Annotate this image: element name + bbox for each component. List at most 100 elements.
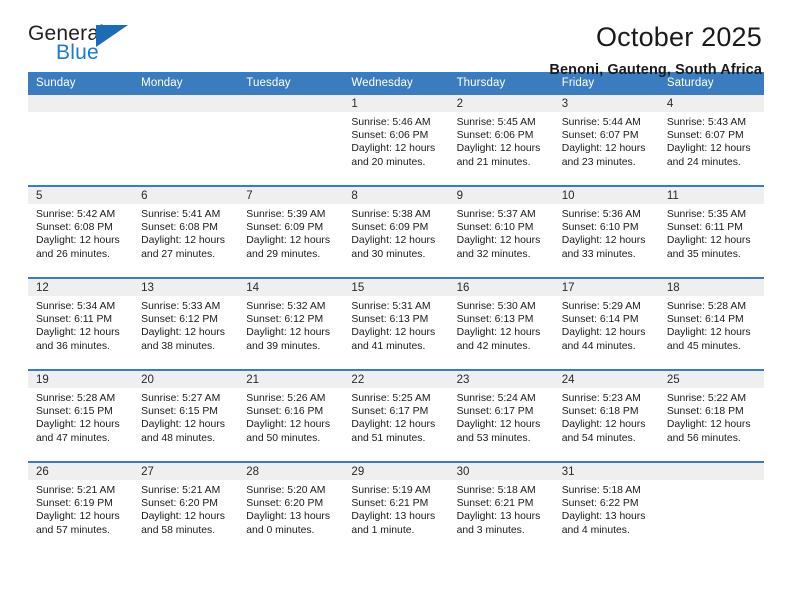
calendar-day-cell[interactable]: 23 Sunrise: 5:24 AM Sunset: 6:17 PM Dayligh… [448, 369, 554, 462]
daylight-duration-line2: and 47 minutes. [36, 432, 110, 444]
daylight-duration-line1: Daylight: 12 hours [666, 419, 751, 431]
day-details: Sunrise: 5:18 AM Sunset: 6:22 PM Daylight:… [554, 480, 659, 537]
daylight-duration-line2: and 45 minutes. [666, 340, 741, 352]
day-cell-inner: 31 Sunrise: 5:18 AM Sunset: 6:22 PM Dayligh… [553, 463, 659, 553]
daylight-duration-line1: Daylight: 12 hours [141, 235, 225, 247]
daylight-duration-line1: Daylight: 12 hours [246, 235, 331, 247]
calendar-day-cell[interactable]: 4 Sunrise: 5:43 AM Sunset: 6:07 PM Daylight… [658, 95, 764, 186]
day-details: Sunrise: 5:42 AM Sunset: 6:08 PM Daylight:… [28, 204, 133, 261]
day-number: 24 [553, 371, 659, 388]
calendar-day-cell[interactable]: 19 Sunrise: 5:28 AM Sunset: 6:15 PM Dayligh… [28, 369, 134, 462]
calendar-day-cell[interactable]: 7 Sunrise: 5:39 AM Sunset: 6:09 PM Daylight… [238, 185, 344, 278]
day-cell-inner [658, 463, 764, 553]
day-details: Sunrise: 5:46 AM Sunset: 6:06 PM Daylight:… [343, 112, 448, 169]
calendar-day-cell[interactable]: 5 Sunrise: 5:42 AM Sunset: 6:08 PM Daylight… [28, 185, 134, 278]
calendar-day-cell[interactable]: 17 Sunrise: 5:29 AM Sunset: 6:14 PM Dayligh… [553, 277, 659, 370]
sunset-time: Sunset: 6:21 PM [351, 498, 429, 510]
calendar-day-cell[interactable]: 20 Sunrise: 5:27 AM Sunset: 6:15 PM Dayligh… [133, 369, 239, 462]
calendar-day-cell[interactable]: 13 Sunrise: 5:33 AM Sunset: 6:12 PM Dayligh… [133, 277, 239, 370]
day-details: Sunrise: 5:18 AM Sunset: 6:21 PM Daylight:… [449, 480, 554, 537]
day-cell-inner: 19 Sunrise: 5:28 AM Sunset: 6:15 PM Dayligh… [28, 371, 134, 461]
day-details: Sunrise: 5:30 AM Sunset: 6:13 PM Daylight:… [449, 296, 554, 353]
calendar-week-row: 12 Sunrise: 5:34 AM Sunset: 6:11 PM Dayligh… [28, 277, 764, 370]
day-details: Sunrise: 5:39 AM Sunset: 6:09 PM Daylight:… [238, 204, 343, 261]
calendar-day-cell[interactable]: 30 Sunrise: 5:18 AM Sunset: 6:21 PM Dayligh… [448, 461, 554, 553]
day-cell-inner: 5 Sunrise: 5:42 AM Sunset: 6:08 PM Daylight… [28, 187, 134, 277]
calendar-day-cell [238, 95, 344, 186]
day-number: 4 [658, 95, 764, 112]
calendar-day-cell[interactable]: 12 Sunrise: 5:34 AM Sunset: 6:11 PM Dayligh… [28, 277, 134, 370]
day-number: 22 [343, 371, 449, 388]
sunrise-time: Sunrise: 5:22 AM [666, 393, 746, 404]
sunset-time: Sunset: 6:16 PM [246, 406, 324, 418]
day-number: 6 [133, 187, 239, 204]
daylight-duration-line2: and 53 minutes. [456, 432, 531, 444]
calendar-day-cell[interactable]: 29 Sunrise: 5:19 AM Sunset: 6:21 PM Dayligh… [343, 461, 449, 553]
day-cell-inner: 14 Sunrise: 5:32 AM Sunset: 6:12 PM Dayligh… [238, 279, 344, 369]
calendar-day-cell[interactable]: 6 Sunrise: 5:41 AM Sunset: 6:08 PM Daylight… [133, 185, 239, 278]
calendar-day-cell[interactable]: 24 Sunrise: 5:23 AM Sunset: 6:18 PM Dayligh… [553, 369, 659, 462]
calendar-day-cell[interactable]: 3 Sunrise: 5:44 AM Sunset: 6:07 PM Daylight… [553, 95, 659, 186]
calendar-day-cell[interactable]: 11 Sunrise: 5:35 AM Sunset: 6:11 PM Dayligh… [658, 185, 764, 278]
day-cell-inner: 28 Sunrise: 5:20 AM Sunset: 6:20 PM Dayligh… [238, 463, 344, 553]
day-number: 12 [28, 279, 134, 296]
daylight-duration-line2: and 39 minutes. [246, 340, 321, 352]
daylight-duration-line1: Daylight: 12 hours [456, 143, 541, 155]
day-cell-inner: 16 Sunrise: 5:30 AM Sunset: 6:13 PM Dayligh… [448, 279, 554, 369]
sunset-time: Sunset: 6:07 PM [666, 130, 744, 142]
daylight-duration-line2: and 20 minutes. [351, 156, 426, 168]
sunset-time: Sunset: 6:15 PM [141, 406, 218, 418]
sunset-time: Sunset: 6:20 PM [246, 498, 324, 510]
sunset-time: Sunset: 6:21 PM [456, 498, 534, 510]
day-details: Sunrise: 5:25 AM Sunset: 6:17 PM Daylight:… [343, 388, 448, 445]
sunset-time: Sunset: 6:11 PM [36, 314, 113, 326]
calendar-day-cell[interactable]: 25 Sunrise: 5:22 AM Sunset: 6:18 PM Dayligh… [658, 369, 764, 462]
weekday-header-monday: Monday [133, 72, 239, 95]
day-number: 2 [448, 95, 554, 112]
calendar-day-cell[interactable]: 9 Sunrise: 5:37 AM Sunset: 6:10 PM Daylight… [448, 185, 554, 278]
daylight-duration-line2: and 35 minutes. [666, 248, 741, 260]
day-cell-inner: 6 Sunrise: 5:41 AM Sunset: 6:08 PM Daylight… [133, 187, 239, 277]
daylight-duration-line1: Daylight: 13 hours [246, 511, 331, 523]
day-cell-inner: 13 Sunrise: 5:33 AM Sunset: 6:12 PM Dayligh… [133, 279, 239, 369]
calendar-day-cell[interactable]: 15 Sunrise: 5:31 AM Sunset: 6:13 PM Dayligh… [343, 277, 449, 370]
sunrise-time: Sunrise: 5:32 AM [246, 301, 326, 312]
day-details: Sunrise: 5:19 AM Sunset: 6:21 PM Daylight:… [343, 480, 448, 537]
calendar-day-cell[interactable]: 28 Sunrise: 5:20 AM Sunset: 6:20 PM Dayligh… [238, 461, 344, 553]
calendar-week-row: 1 Sunrise: 5:46 AM Sunset: 6:06 PM Daylight… [28, 95, 764, 186]
day-details: Sunrise: 5:35 AM Sunset: 6:11 PM Daylight:… [659, 204, 764, 261]
daylight-duration-line1: Daylight: 12 hours [141, 511, 225, 523]
day-details: Sunrise: 5:31 AM Sunset: 6:13 PM Daylight:… [343, 296, 448, 353]
day-cell-inner: 8 Sunrise: 5:38 AM Sunset: 6:09 PM Daylight… [343, 187, 449, 277]
daylight-duration-line2: and 32 minutes. [456, 248, 531, 260]
sunset-time: Sunset: 6:20 PM [141, 498, 218, 510]
daylight-duration-line1: Daylight: 12 hours [456, 235, 541, 247]
day-number: 5 [28, 187, 134, 204]
calendar-day-cell[interactable]: 18 Sunrise: 5:28 AM Sunset: 6:14 PM Dayligh… [658, 277, 764, 370]
calendar-day-cell[interactable]: 14 Sunrise: 5:32 AM Sunset: 6:12 PM Dayligh… [238, 277, 344, 370]
day-number: 8 [343, 187, 449, 204]
calendar-day-cell[interactable]: 16 Sunrise: 5:30 AM Sunset: 6:13 PM Dayligh… [448, 277, 554, 370]
calendar-day-cell[interactable]: 22 Sunrise: 5:25 AM Sunset: 6:17 PM Dayligh… [343, 369, 449, 462]
calendar-day-cell[interactable]: 27 Sunrise: 5:21 AM Sunset: 6:20 PM Dayligh… [133, 461, 239, 553]
weekday-header-wednesday: Wednesday [343, 72, 449, 95]
daylight-duration-line1: Daylight: 12 hours [666, 143, 751, 155]
day-details: Sunrise: 5:23 AM Sunset: 6:18 PM Daylight:… [554, 388, 659, 445]
day-number: 26 [28, 463, 134, 480]
day-number: 18 [658, 279, 764, 296]
calendar-day-cell[interactable]: 31 Sunrise: 5:18 AM Sunset: 6:22 PM Dayligh… [553, 461, 659, 553]
calendar-day-cell[interactable]: 1 Sunrise: 5:46 AM Sunset: 6:06 PM Daylight… [343, 95, 449, 186]
calendar-day-cell[interactable]: 2 Sunrise: 5:45 AM Sunset: 6:06 PM Daylight… [448, 95, 554, 186]
sunrise-time: Sunrise: 5:39 AM [246, 209, 326, 220]
day-cell-inner: 29 Sunrise: 5:19 AM Sunset: 6:21 PM Dayligh… [343, 463, 449, 553]
calendar-day-cell[interactable]: 10 Sunrise: 5:36 AM Sunset: 6:10 PM Dayligh… [553, 185, 659, 278]
general-blue-logo[interactable]: General Blue [28, 22, 148, 70]
day-cell-inner: 1 Sunrise: 5:46 AM Sunset: 6:06 PM Daylight… [343, 95, 449, 185]
day-cell-inner: 15 Sunrise: 5:31 AM Sunset: 6:13 PM Dayligh… [343, 279, 449, 369]
daylight-duration-line1: Daylight: 12 hours [36, 511, 120, 523]
daylight-duration-line2: and 42 minutes. [456, 340, 531, 352]
calendar-day-cell[interactable]: 26 Sunrise: 5:21 AM Sunset: 6:19 PM Dayligh… [28, 461, 134, 553]
calendar-day-cell[interactable]: 21 Sunrise: 5:26 AM Sunset: 6:16 PM Dayligh… [238, 369, 344, 462]
daylight-duration-line1: Daylight: 12 hours [141, 327, 225, 339]
calendar-day-cell[interactable]: 8 Sunrise: 5:38 AM Sunset: 6:09 PM Daylight… [343, 185, 449, 278]
